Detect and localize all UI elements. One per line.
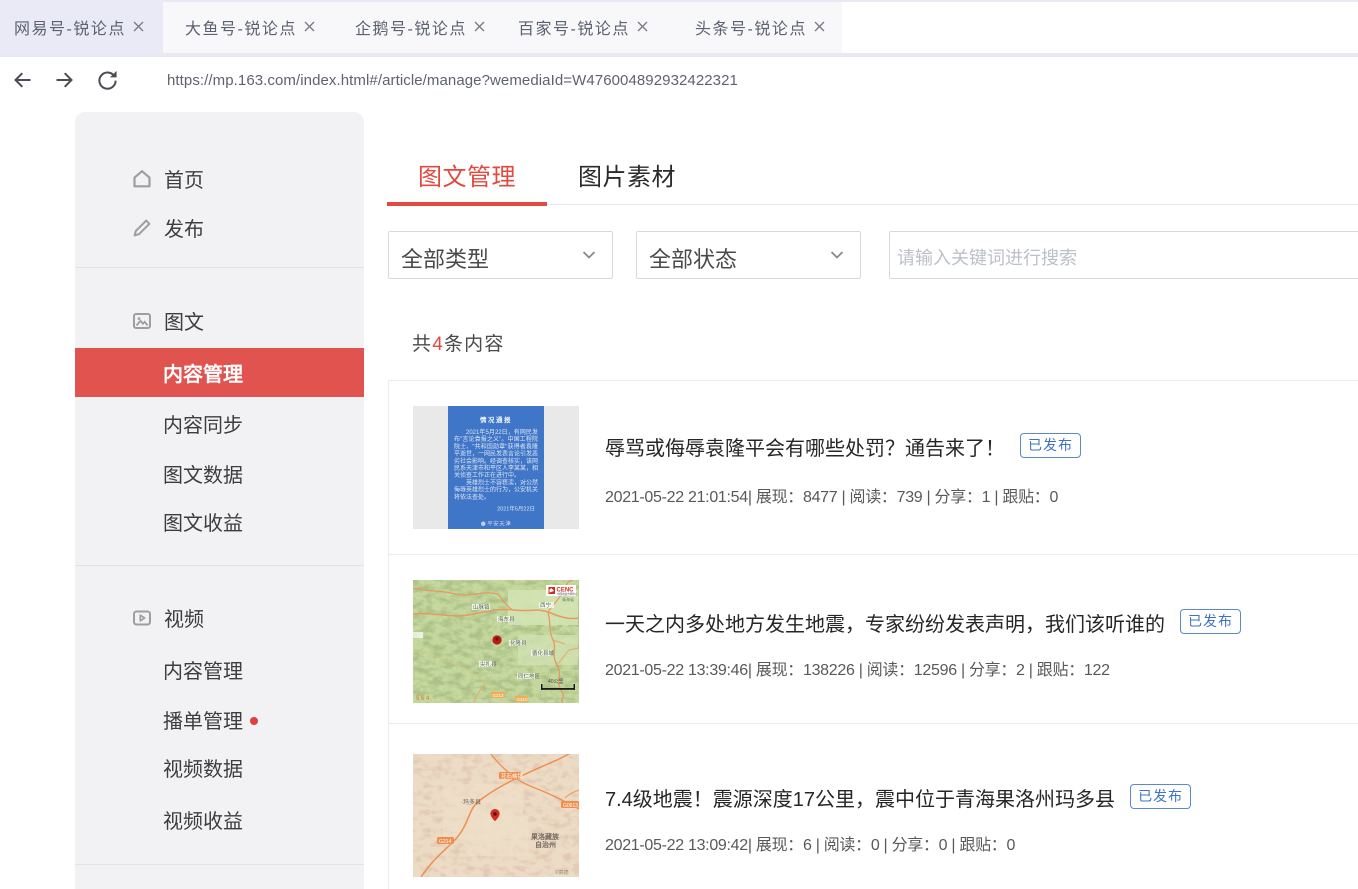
svg-text:山脉镇: 山脉镇 (473, 603, 490, 611)
svg-text:果洛藏族: 果洛藏族 (531, 832, 560, 841)
svg-text:化隆县: 化隆县 (510, 639, 527, 647)
svg-text:同仁地区: 同仁地区 (518, 672, 541, 680)
svg-text:西宁: 西宁 (540, 601, 552, 609)
svg-text:海东县: 海东县 (498, 615, 515, 623)
svg-text:中国地震台网中心: 中国地震台网中心 (557, 592, 578, 596)
svg-text:循化县城: 循化县城 (532, 649, 555, 657)
svg-text:尖扎县: 尖扎县 (480, 660, 497, 668)
svg-text:G214: G214 (439, 839, 451, 845)
svg-text:G213: G213 (493, 693, 505, 698)
svg-text:©高德: ©高德 (555, 869, 569, 876)
svg-text:G310: G310 (517, 697, 529, 702)
svg-text:G0613: G0613 (563, 803, 578, 809)
svg-text:5 k 4: 5 k 4 (416, 696, 430, 702)
svg-text:自治州: 自治州 (535, 840, 556, 849)
svg-text:40公里: 40公里 (548, 679, 564, 685)
svg-text:花石峡镇: 花石峡镇 (501, 772, 524, 780)
svg-text:青海省: 青海省 (562, 596, 574, 602)
svg-text:·玛多县: ·玛多县 (461, 798, 481, 806)
